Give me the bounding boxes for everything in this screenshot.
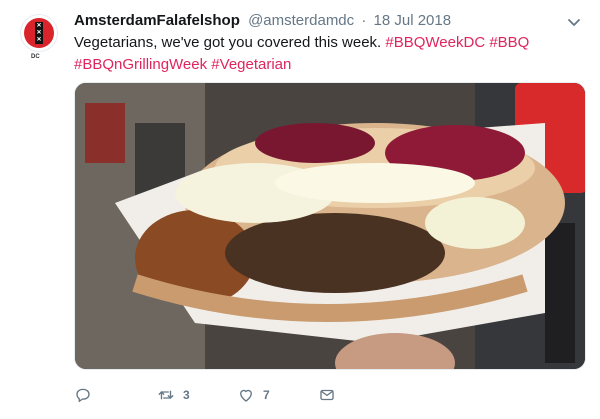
tweet-photo[interactable] bbox=[74, 82, 586, 370]
retweet-count: 3 bbox=[183, 388, 190, 402]
logo-cross-icon: ✕ bbox=[36, 37, 42, 43]
heart-icon bbox=[240, 389, 252, 402]
envelope-icon bbox=[320, 389, 334, 401]
tweet-date[interactable]: 18 Jul 2018 bbox=[374, 12, 452, 29]
tweet-text: Vegetarians, we've got you covered this … bbox=[74, 32, 574, 76]
direct-message-button[interactable] bbox=[318, 384, 344, 406]
like-button[interactable]: 7 bbox=[237, 384, 270, 406]
retweet-icon bbox=[158, 390, 174, 400]
hashtag-link[interactable]: #Vegetarian bbox=[211, 56, 291, 73]
chevron-down-icon[interactable] bbox=[566, 14, 582, 30]
amsterdam-flag-logo: ✕ ✕ ✕ bbox=[24, 18, 54, 48]
display-name[interactable]: AmsterdamFalafelshop bbox=[74, 12, 240, 29]
hashtag-link[interactable]: #BBQ bbox=[489, 34, 529, 51]
tweet-card[interactable]: ✕ ✕ ✕ DC AmsterdamFalafelshop @amsterdam… bbox=[0, 0, 600, 419]
logo-cross-icon: ✕ bbox=[36, 23, 42, 29]
like-count: 7 bbox=[263, 388, 270, 402]
reply-icon bbox=[76, 388, 90, 403]
avatar-tag: DC bbox=[31, 54, 40, 60]
retweet-button[interactable]: 3 bbox=[157, 384, 190, 406]
hashtag-link[interactable]: #BBQWeekDC bbox=[385, 34, 485, 51]
tweet-actions: 3 7 bbox=[74, 384, 394, 406]
tweet-text-plain: Vegetarians, we've got you covered this … bbox=[74, 34, 382, 51]
separator-dot: · bbox=[361, 12, 367, 29]
avatar[interactable]: ✕ ✕ ✕ bbox=[20, 14, 58, 52]
logo-cross-icon: ✕ bbox=[36, 30, 42, 36]
reply-button[interactable] bbox=[74, 384, 100, 406]
hashtag-link[interactable]: #BBQnGrillingWeek bbox=[74, 56, 207, 73]
falafel-sandwich-image bbox=[75, 83, 585, 369]
tweet-header: AmsterdamFalafelshop @amsterdamdc · 18 J… bbox=[74, 12, 560, 29]
user-handle[interactable]: @amsterdamdc bbox=[248, 12, 354, 29]
